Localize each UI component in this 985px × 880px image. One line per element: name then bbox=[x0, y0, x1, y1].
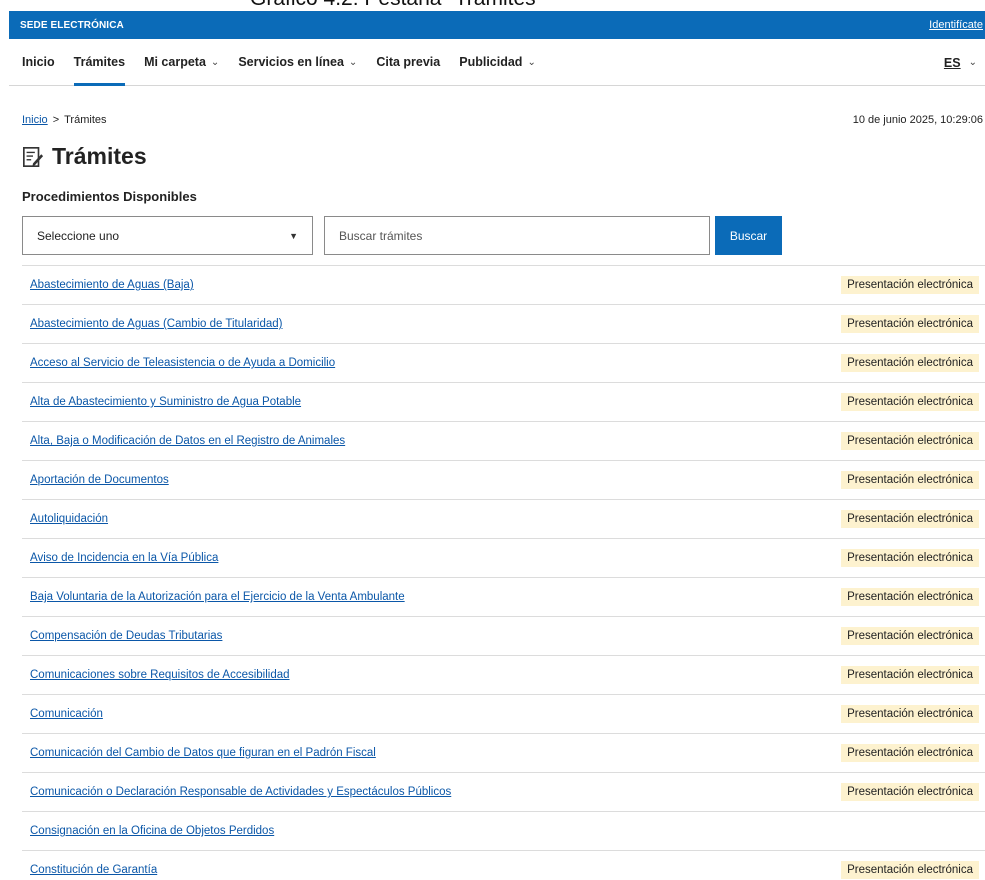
status-badge: Presentación electrónica bbox=[841, 588, 979, 606]
main-nav: Inicio Trámites Mi carpeta ⌄ Servicios en lí… bbox=[9, 39, 985, 86]
category-select[interactable]: Seleccione uno ▼ bbox=[22, 216, 313, 255]
procedure-link[interactable]: Acceso al Servicio de Teleasistencia o d… bbox=[30, 357, 335, 369]
procedure-link[interactable]: Aportación de Documentos bbox=[30, 474, 169, 486]
procedure-link[interactable]: Constitución de Garantía bbox=[30, 864, 157, 876]
table-row: Comunicación Presentación electrónica bbox=[22, 694, 985, 733]
table-row: Comunicaciones sobre Requisitos de Acces… bbox=[22, 655, 985, 694]
page-title: Trámites bbox=[22, 143, 147, 170]
search-button[interactable]: Buscar bbox=[715, 216, 782, 255]
table-row: Constitución de Garantía Presentación ele… bbox=[22, 850, 985, 880]
nav-item-label: Cita previa bbox=[376, 55, 441, 69]
status-badge: Presentación electrónica bbox=[841, 354, 979, 372]
chevron-down-icon: ⌄ bbox=[527, 56, 536, 68]
status-badge: Presentación electrónica bbox=[841, 666, 979, 684]
table-row: Aportación de Documentos Presentación ele… bbox=[22, 460, 985, 499]
search-input[interactable] bbox=[324, 216, 710, 255]
status-badge: Presentación electrónica bbox=[841, 393, 979, 411]
page-title-text: Trámites bbox=[52, 143, 147, 169]
status-badge: Presentación electrónica bbox=[841, 783, 979, 801]
site-brand: SEDE ELECTRÓNICA bbox=[20, 19, 124, 31]
procedure-link[interactable]: Comunicación o Declaración Responsable d… bbox=[30, 786, 451, 798]
procedure-link[interactable]: Baja Voluntaria de la Autorización para … bbox=[30, 591, 405, 603]
nav-item-tramites[interactable]: Trámites bbox=[73, 39, 126, 86]
status-badge: Presentación electrónica bbox=[841, 744, 979, 762]
breadcrumb-current: Trámites bbox=[64, 114, 107, 126]
procedure-link[interactable]: Comunicaciones sobre Requisitos de Acces… bbox=[30, 669, 290, 681]
login-link[interactable]: Identifícate bbox=[929, 19, 985, 31]
status-badge: Presentación electrónica bbox=[841, 705, 979, 723]
caret-down-icon: ▼ bbox=[289, 230, 298, 241]
status-badge: Presentación electrónica bbox=[841, 432, 979, 450]
nav-item-inicio[interactable]: Inicio bbox=[22, 39, 55, 86]
nav-item-label: Publicidad bbox=[459, 55, 523, 69]
status-badge: Presentación electrónica bbox=[841, 861, 979, 879]
procedure-link[interactable]: Abastecimiento de Aguas (Baja) bbox=[30, 279, 194, 291]
table-row: Comunicación del Cambio de Datos que fig… bbox=[22, 733, 985, 772]
table-row: Aviso de Incidencia en la Vía Pública Pre… bbox=[22, 538, 985, 577]
table-row: Alta, Baja o Modificación de Datos en el… bbox=[22, 421, 985, 460]
table-row: Autoliquidación Presentación electrónica bbox=[22, 499, 985, 538]
table-row: Alta de Abastecimiento y Suministro de A… bbox=[22, 382, 985, 421]
breadcrumb-separator: > bbox=[52, 114, 60, 126]
chevron-down-icon: ⌄ bbox=[210, 56, 220, 68]
status-badge: Presentación electrónica bbox=[841, 549, 979, 567]
figure-caption: Gráfico 4.2: Pestaña "Trámites" bbox=[250, 0, 850, 11]
procedure-link[interactable]: Abastecimiento de Aguas (Cambio de Titul… bbox=[30, 318, 283, 330]
table-row: Abastecimiento de Aguas (Baja) Presentaci… bbox=[22, 265, 985, 304]
nav-item-label: Trámites bbox=[73, 55, 126, 69]
table-row: Comunicación o Declaración Responsable d… bbox=[22, 772, 985, 811]
status-badge: Presentación electrónica bbox=[841, 276, 979, 294]
nav-item-label: Mi carpeta bbox=[144, 55, 206, 69]
nav-item-servicios-en-linea[interactable]: Servicios en línea ⌄ bbox=[238, 39, 357, 86]
nav-item-publicidad[interactable]: Publicidad ⌄ bbox=[459, 39, 536, 86]
nav-item-mi-carpeta[interactable]: Mi carpeta ⌄ bbox=[144, 39, 219, 86]
status-badge: Presentación electrónica bbox=[841, 471, 979, 489]
procedure-link[interactable]: Comunicación bbox=[30, 708, 103, 720]
nav-item-label: Inicio bbox=[22, 55, 55, 69]
procedure-link[interactable]: Alta de Abastecimiento y Suministro de A… bbox=[30, 396, 301, 408]
nav-item-label: Servicios en línea bbox=[238, 55, 344, 69]
category-select-value: Seleccione uno bbox=[37, 228, 120, 243]
edit-document-icon bbox=[23, 146, 44, 167]
current-datetime: 10 de junio 2025, 10:29:06 bbox=[852, 114, 983, 126]
nav-item-cita-previa[interactable]: Cita previa bbox=[376, 39, 440, 86]
procedures-list: Abastecimiento de Aguas (Baja) Presentaci… bbox=[22, 265, 985, 880]
table-row: Abastecimiento de Aguas (Cambio de Titul… bbox=[22, 304, 985, 343]
table-row: Baja Voluntaria de la Autorización para … bbox=[22, 577, 985, 616]
status-badge: Presentación electrónica bbox=[841, 315, 979, 333]
procedure-link[interactable]: Comunicación del Cambio de Datos que fig… bbox=[30, 747, 376, 759]
status-badge: Presentación electrónica bbox=[841, 510, 979, 528]
top-bar: SEDE ELECTRÓNICA Identifícate bbox=[9, 11, 985, 39]
chevron-down-icon: ⌄ bbox=[968, 57, 977, 68]
table-row: Compensación de Deudas Tributarias Presen… bbox=[22, 616, 985, 655]
table-row: Consignación en la Oficina de Objetos Pe… bbox=[22, 811, 985, 850]
procedure-link[interactable]: Aviso de Incidencia en la Vía Pública bbox=[30, 552, 218, 564]
language-selector[interactable]: ES ⌄ bbox=[944, 39, 977, 86]
procedure-link[interactable]: Compensación de Deudas Tributarias bbox=[30, 630, 222, 642]
section-subtitle: Procedimientos Disponibles bbox=[22, 189, 197, 204]
procedure-link[interactable]: Autoliquidación bbox=[30, 513, 108, 525]
chevron-down-icon: ⌄ bbox=[348, 56, 358, 68]
breadcrumb-home-link[interactable]: Inicio bbox=[22, 114, 48, 126]
language-code: ES bbox=[943, 55, 961, 70]
breadcrumb: Inicio > Trámites bbox=[22, 114, 107, 126]
procedure-link[interactable]: Consignación en la Oficina de Objetos Pe… bbox=[30, 825, 274, 837]
status-badge: Presentación electrónica bbox=[841, 627, 979, 645]
table-row: Acceso al Servicio de Teleasistencia o d… bbox=[22, 343, 985, 382]
procedure-link[interactable]: Alta, Baja o Modificación de Datos en el… bbox=[30, 435, 345, 447]
